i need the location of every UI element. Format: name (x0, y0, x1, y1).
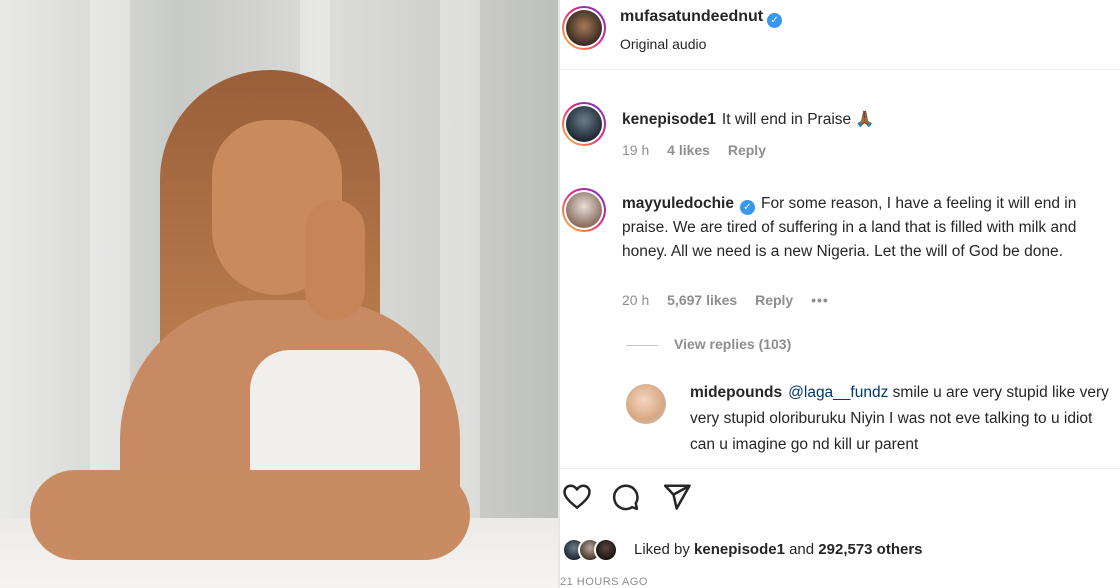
post-photo (0, 0, 558, 588)
replies-divider (626, 344, 658, 346)
post-author-avatar[interactable] (562, 6, 606, 50)
liked-avatars[interactable] (562, 538, 632, 564)
comment-avatar[interactable] (562, 188, 606, 232)
comment-username[interactable]: mayyuledochie (622, 195, 734, 212)
comment-text: It will end in Praise 🙏🏾 (721, 111, 875, 128)
reply-item: midepounds @laga__fundz smile u are very … (626, 380, 1120, 464)
view-replies-label[interactable]: View replies (103) (674, 336, 791, 352)
share-icon[interactable] (662, 482, 694, 514)
comments-panel: mufasatundeednut ✓ Original audio kenepis… (560, 0, 1120, 588)
audio-label[interactable]: Original audio (620, 36, 706, 52)
post-author-username[interactable]: mufasatundeednut (620, 8, 763, 25)
post-timestamp: 21 HOURS AGO (560, 576, 648, 588)
reply-mention[interactable]: @laga__fundz (788, 384, 888, 401)
comment-likes[interactable]: 4 likes (667, 142, 710, 158)
reply-avatar[interactable] (626, 384, 666, 424)
more-options-icon[interactable]: ••• (811, 292, 829, 308)
actions-divider (560, 468, 1120, 469)
comment-time[interactable]: 19 h (622, 142, 649, 158)
verified-icon: ✓ (767, 13, 783, 28)
liked-by: Liked by kenepisode1 and 292,573 others (560, 536, 1120, 566)
comment-username[interactable]: kenepisode1 (622, 111, 716, 128)
liked-by-joiner: and (789, 541, 815, 558)
post-header: mufasatundeednut ✓ Original audio (560, 0, 1120, 70)
reply-button[interactable]: Reply (728, 142, 766, 158)
avatar (594, 538, 618, 562)
liked-by-others[interactable]: 292,573 others (818, 541, 922, 558)
liked-by-user[interactable]: kenepisode1 (694, 541, 785, 558)
reply-button[interactable]: Reply (755, 292, 793, 308)
comment-time[interactable]: 20 h (622, 292, 649, 308)
heart-icon[interactable] (562, 482, 594, 514)
comment-avatar[interactable] (562, 102, 606, 146)
comment-meta: 20 h 5,697 likes Reply ••• (622, 292, 843, 308)
verified-icon: ✓ (740, 200, 755, 215)
comment-likes[interactable]: 5,697 likes (667, 292, 737, 308)
comment-meta: 19 h 4 likes Reply (622, 142, 780, 158)
view-replies-button[interactable]: View replies (103) (626, 336, 791, 352)
reply-username[interactable]: midepounds (690, 384, 782, 401)
post-author[interactable]: mufasatundeednut ✓ (620, 8, 783, 28)
liked-by-prefix: Liked by (634, 541, 690, 558)
comment-icon[interactable] (610, 482, 642, 514)
